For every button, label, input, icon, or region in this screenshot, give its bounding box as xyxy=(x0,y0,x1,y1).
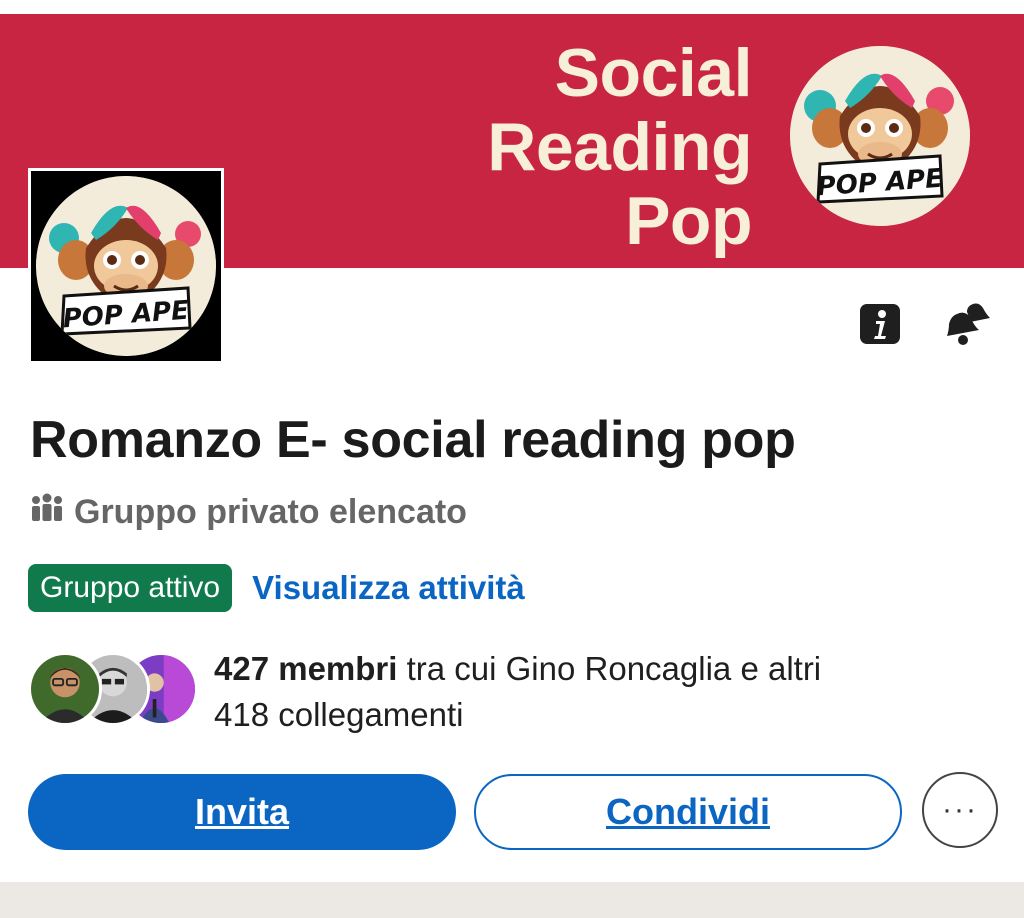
more-dots-icon: ··· xyxy=(942,793,978,826)
section-divider xyxy=(0,882,1024,918)
banner-title-line: Social xyxy=(554,35,753,111)
group-name: Romanzo E- social reading pop xyxy=(30,411,796,469)
connections-count: 418 collegamenti xyxy=(214,696,464,733)
group-privacy: Gruppo privato elencato xyxy=(30,490,467,534)
more-options-button[interactable]: ··· xyxy=(922,772,998,848)
pop-ape-logo: POP APE xyxy=(36,176,216,356)
member-count: 427 membri xyxy=(214,650,398,687)
banner-title-line: Reading xyxy=(487,109,752,185)
share-button[interactable]: Condividi xyxy=(474,774,902,850)
privacy-label: Gruppo privato elencato xyxy=(74,492,467,531)
banner-pop-ape-logo: POP APE xyxy=(790,46,970,226)
member-avatars xyxy=(28,652,198,728)
members-detail: tra cui Gino Roncaglia e altri xyxy=(397,650,822,687)
bell-icon xyxy=(943,300,993,353)
view-activity-link[interactable]: Visualizza attività xyxy=(252,569,525,607)
group-logo[interactable]: POP APE xyxy=(28,168,224,364)
members-line-1: 427 membri tra cui Gino Roncaglia e altr… xyxy=(214,646,821,692)
active-group-badge: Gruppo attivo xyxy=(28,564,233,612)
info-button[interactable] xyxy=(856,302,904,350)
info-icon xyxy=(859,303,901,350)
banner-title: Social Reading Pop xyxy=(332,36,752,258)
activity-row: Gruppo attivo Visualizza attività xyxy=(28,564,525,612)
members-text: 427 membri tra cui Gino Roncaglia e altr… xyxy=(214,646,821,738)
banner-title-line: Pop xyxy=(625,183,752,259)
avatar xyxy=(28,652,102,726)
notifications-button[interactable] xyxy=(944,302,992,350)
invite-button[interactable]: Invita xyxy=(28,774,456,850)
members-summary[interactable]: 427 membri tra cui Gino Roncaglia e altr… xyxy=(28,646,1008,734)
people-icon xyxy=(30,493,64,532)
